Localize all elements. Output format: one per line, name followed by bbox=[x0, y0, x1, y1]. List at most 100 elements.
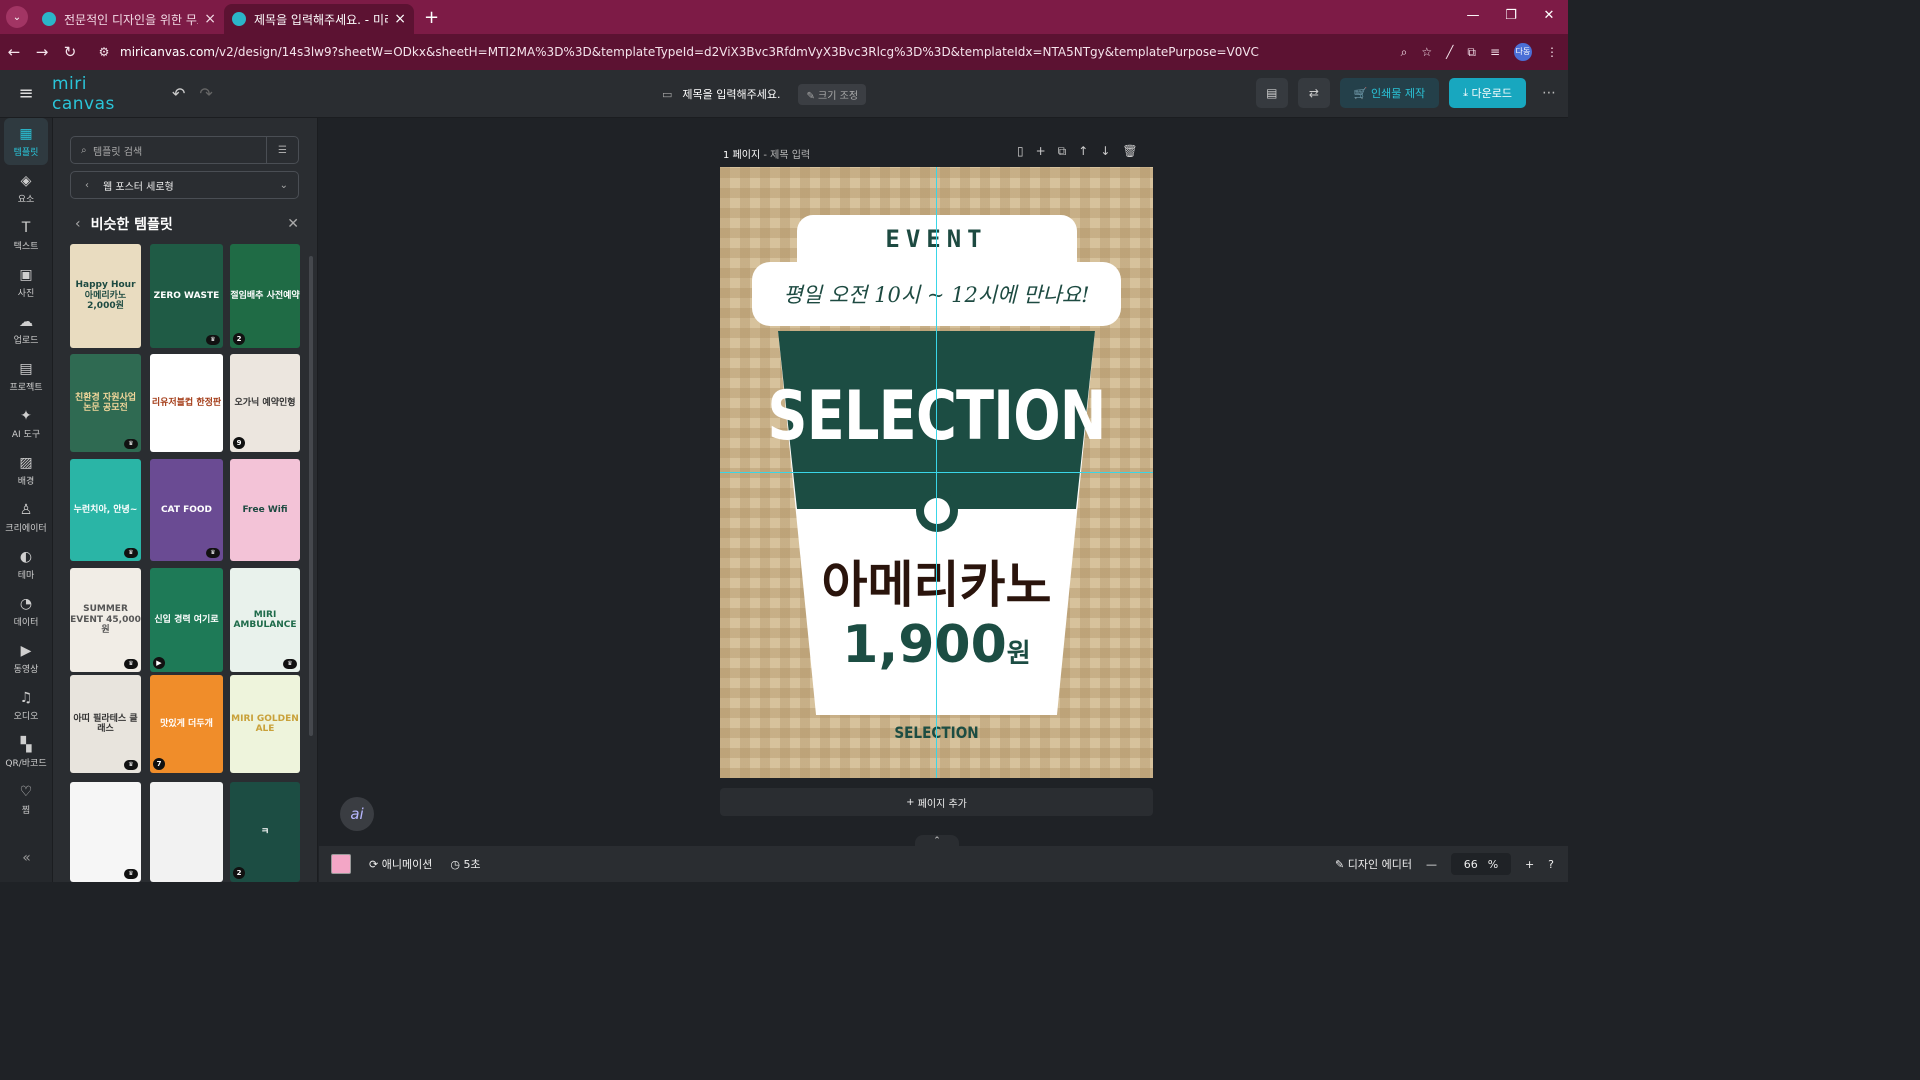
template-thumbnail[interactable]: 절임배추 사전예약 2 bbox=[230, 244, 300, 348]
rail-item-6[interactable]: ✦ AI 도구 bbox=[0, 400, 52, 447]
template-thumbnail[interactable]: 맛있게 더두개 7 bbox=[150, 675, 223, 773]
template-thumbnail[interactable]: 아띠 필라테스 클래스 ♛ bbox=[70, 675, 141, 773]
menu-icon[interactable]: ≡ bbox=[0, 83, 52, 104]
background-color-swatch[interactable] bbox=[331, 854, 351, 874]
template-thumbnail[interactable]: 누런치아, 안녕~ ♛ bbox=[70, 459, 141, 561]
document-title[interactable]: 제목을 입력해주세요. bbox=[682, 86, 780, 102]
rail-label: 템플릿 bbox=[13, 147, 39, 158]
rail-item-13[interactable]: ▚ QR/바코드 bbox=[0, 729, 52, 776]
browser-menu-icon[interactable]: ⋮ bbox=[1546, 45, 1558, 59]
collapse-panel-icon[interactable]: « bbox=[0, 850, 53, 866]
add-page-button[interactable]: + 페이지 추가 bbox=[720, 788, 1153, 816]
template-thumbnail[interactable]: CAT FOOD ♛ bbox=[150, 459, 223, 561]
reload-icon[interactable]: ↻ bbox=[56, 43, 84, 61]
template-thumbnail[interactable]: 신입 경력 여기로 ▶ bbox=[150, 568, 223, 672]
extension-icon[interactable]: ╱ bbox=[1446, 45, 1453, 59]
forward-arrow-icon[interactable]: → bbox=[28, 43, 56, 61]
add-page-icon[interactable]: + bbox=[1036, 144, 1046, 159]
animation-button[interactable]: ⟳ 애니메이션 bbox=[369, 856, 432, 872]
resize-button[interactable]: ✎ 크기 조정 bbox=[798, 83, 867, 105]
template-search-input[interactable]: ⌕ 템플릿 검색 ☰ bbox=[70, 136, 299, 164]
rail-item-8[interactable]: ♙ 크리에이터 bbox=[0, 494, 52, 541]
template-thumbnail[interactable]: SUMMER EVENT 45,000원 ♛ bbox=[70, 568, 141, 672]
back-arrow-icon[interactable]: ← bbox=[0, 43, 28, 61]
filter-icon[interactable]: ☰ bbox=[266, 137, 298, 163]
crown-icon: ♛ bbox=[124, 659, 138, 669]
zoom-in-icon[interactable]: + bbox=[1525, 858, 1534, 871]
window-close-button[interactable]: ✕ bbox=[1530, 0, 1568, 34]
template-thumbnail[interactable]: Happy Hour 아메리카노 2,000원 bbox=[70, 244, 141, 348]
chevron-left-icon[interactable]: ‹ bbox=[71, 180, 103, 191]
rail-item-1[interactable]: ◈ 요소 bbox=[0, 165, 52, 212]
rail-item-12[interactable]: ♫ 오디오 bbox=[0, 682, 52, 729]
panel-scrollbar[interactable] bbox=[309, 256, 313, 736]
more-options-icon[interactable]: ⋯ bbox=[1542, 85, 1556, 101]
url-path: /v2/design/14s3lw9?sheetW=ODkx&sheetH=MT… bbox=[215, 45, 1259, 59]
rail-item-5[interactable]: ▤ 프로젝트 bbox=[0, 353, 52, 400]
save-icon[interactable]: ▤ bbox=[1255, 78, 1288, 108]
download-button[interactable]: ⤓ 다운로드 bbox=[1449, 78, 1526, 108]
delete-page-icon[interactable]: 🗑 bbox=[1122, 144, 1137, 159]
rail-item-4[interactable]: ☁ 업로드 bbox=[0, 306, 52, 353]
minimize-button[interactable]: — bbox=[1454, 0, 1492, 34]
folder-icon[interactable]: ▭ bbox=[662, 88, 672, 101]
template-thumbnail[interactable] bbox=[150, 782, 223, 882]
move-up-icon[interactable]: ↑ bbox=[1078, 144, 1088, 159]
crown-icon: ♛ bbox=[283, 659, 297, 669]
template-thumbnail[interactable]: ㅋ2 bbox=[230, 782, 300, 882]
template-thumbnail[interactable]: 오가닉 예약인형 9 bbox=[230, 354, 300, 452]
close-icon[interactable]: ✕ bbox=[287, 216, 299, 232]
miricanvas-logo[interactable]: miri canvas bbox=[52, 74, 152, 114]
clock-icon[interactable] bbox=[916, 490, 958, 532]
url-field[interactable]: ⚙ miricanvas.com/v2/design/14s3lw9?sheet… bbox=[96, 38, 1401, 66]
share-icon[interactable]: ⇄ bbox=[1297, 78, 1330, 108]
duration-button[interactable]: ◷ 5초 bbox=[450, 856, 480, 872]
category-dropdown[interactable]: ‹ 웹 포스터 세로형 ⌄ bbox=[70, 171, 299, 199]
browser-tab-1[interactable]: 전문적인 디자인을 위한 무료 / × bbox=[34, 4, 224, 34]
bookmark-star-icon[interactable]: ☆ bbox=[1421, 45, 1432, 59]
rail-item-2[interactable]: T 텍스트 bbox=[0, 212, 52, 259]
rail-item-10[interactable]: ◔ 데이터 bbox=[0, 588, 52, 635]
close-icon[interactable]: × bbox=[394, 11, 406, 27]
rail-item-3[interactable]: ▣ 사진 bbox=[0, 259, 52, 306]
page-title[interactable]: 제목 입력 bbox=[770, 150, 810, 161]
close-icon[interactable]: × bbox=[204, 11, 216, 27]
zoom-out-icon[interactable]: — bbox=[1426, 858, 1437, 871]
zoom-icon[interactable]: ⌕ bbox=[1401, 45, 1408, 60]
help-icon[interactable]: ? bbox=[1548, 858, 1554, 871]
media-queue-icon[interactable]: ≡ bbox=[1490, 45, 1500, 59]
browser-tab-2[interactable]: 제목을 입력해주세요. - 미리캔 × bbox=[224, 4, 414, 34]
rail-label: 테마 bbox=[17, 570, 35, 581]
back-icon[interactable]: ‹ bbox=[75, 216, 81, 232]
extensions-puzzle-icon[interactable]: ⧉ bbox=[1467, 45, 1476, 60]
template-thumbnail[interactable]: 리유저블컵 한정판 bbox=[150, 354, 223, 452]
template-thumbnail[interactable]: Free Wifi bbox=[230, 459, 300, 561]
template-thumbnail[interactable]: MIRI GOLDEN ALE bbox=[230, 675, 300, 773]
design-editor-button[interactable]: ✎ 디자인 에디터 bbox=[1335, 856, 1412, 872]
print-button[interactable]: 🛒 인쇄물 제작 bbox=[1339, 78, 1440, 108]
template-thumbnail[interactable]: ZERO WASTE ♛ bbox=[150, 244, 223, 348]
profile-avatar[interactable]: 다동 bbox=[1514, 43, 1532, 61]
duplicate-page-icon[interactable]: ⧉ bbox=[1058, 144, 1067, 159]
template-thumbnail[interactable]: MIRI AMBULANCE ♛ bbox=[230, 568, 300, 672]
tab-search-button[interactable]: ⌄ bbox=[6, 6, 28, 28]
zoom-input[interactable]: 66% bbox=[1450, 853, 1511, 875]
page-memo-icon[interactable]: ▯ bbox=[1017, 144, 1024, 159]
rail-item-0[interactable]: ▦ 템플릿 bbox=[4, 118, 48, 165]
new-tab-button[interactable]: + bbox=[424, 7, 439, 28]
rail-item-14[interactable]: ♡ 찜 bbox=[0, 776, 52, 823]
ai-assistant-button[interactable]: ai bbox=[340, 797, 374, 831]
crown-icon: ♛ bbox=[124, 439, 138, 449]
rail-item-11[interactable]: ▶ 동영상 bbox=[0, 635, 52, 682]
site-info-icon[interactable]: ⚙ bbox=[96, 45, 112, 59]
undo-icon[interactable]: ↶ bbox=[172, 84, 185, 103]
move-down-icon[interactable]: ↓ bbox=[1100, 144, 1110, 159]
template-thumbnail[interactable]: ♛ bbox=[70, 782, 141, 882]
rail-item-9[interactable]: ◐ 테마 bbox=[0, 541, 52, 588]
poster-page[interactable]: EVENT 평일 오전 10시 ~ 12시에 만나요! SELECTION 아메… bbox=[720, 167, 1153, 778]
chevron-down-icon[interactable]: ⌄ bbox=[280, 180, 288, 191]
template-thumbnail[interactable]: 친환경 자원사업 논문 공모전 ♛ bbox=[70, 354, 141, 452]
redo-icon[interactable]: ↷ bbox=[199, 84, 212, 103]
restore-button[interactable]: ❐ bbox=[1492, 0, 1530, 34]
rail-item-7[interactable]: ▨ 배경 bbox=[0, 447, 52, 494]
